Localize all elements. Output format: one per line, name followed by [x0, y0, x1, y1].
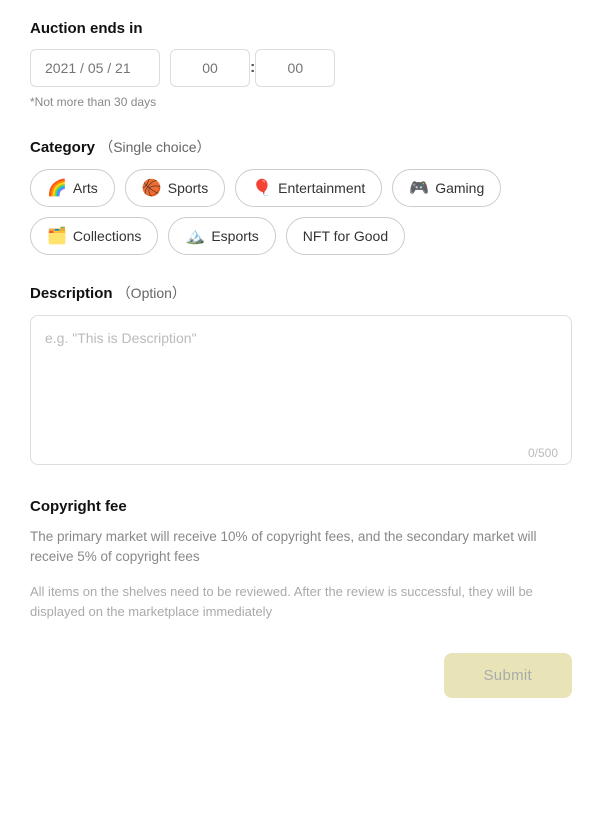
char-count: 0/500	[528, 446, 558, 460]
auction-hint: *Not more than 30 days	[30, 95, 572, 109]
category-section: Category （Single choice） 🌈 Arts 🏀 Sports 🎈 En…	[30, 137, 572, 255]
chip-collections[interactable]: 🗂️ Collections	[30, 217, 158, 255]
chip-entertainment-emoji: 🎈	[252, 178, 272, 198]
chip-sports-label: Sports	[168, 180, 208, 196]
copyright-primary-text: The primary market will receive 10% of c…	[30, 527, 572, 568]
submit-row: Submit	[30, 653, 572, 698]
chip-gaming-emoji: 🎮	[409, 178, 429, 198]
submit-button[interactable]: Submit	[444, 653, 573, 698]
chip-collections-emoji: 🗂️	[47, 226, 67, 246]
auction-date-input[interactable]	[30, 49, 160, 87]
chip-nft-for-good-label: NFT for Good	[303, 228, 388, 244]
auction-minute-input[interactable]	[255, 49, 335, 87]
description-title: Description （Option）	[30, 283, 572, 303]
auction-title: Auction ends in	[30, 20, 572, 37]
chip-sports-emoji: 🏀	[142, 178, 162, 198]
chip-gaming-label: Gaming	[435, 180, 484, 196]
chip-nft-for-good[interactable]: NFT for Good	[286, 217, 405, 255]
category-title: Category （Single choice）	[30, 137, 572, 157]
category-subtitle: （Single choice）	[99, 139, 210, 155]
description-wrapper: 0/500	[30, 315, 572, 470]
chip-collections-label: Collections	[73, 228, 141, 244]
copyright-title: Copyright fee	[30, 498, 572, 515]
description-textarea[interactable]	[30, 315, 572, 465]
chip-esports[interactable]: 🏔️ Esports	[168, 217, 275, 255]
description-section: Description （Option） 0/500	[30, 283, 572, 470]
auction-section: Auction ends in : *Not more than 30 days	[30, 20, 572, 109]
description-subtitle: （Option）	[117, 285, 186, 301]
chip-arts[interactable]: 🌈 Arts	[30, 169, 115, 207]
chip-entertainment[interactable]: 🎈 Entertainment	[235, 169, 382, 207]
chip-sports[interactable]: 🏀 Sports	[125, 169, 225, 207]
chip-arts-label: Arts	[73, 180, 98, 196]
chip-arts-emoji: 🌈	[47, 178, 67, 198]
auction-hour-input[interactable]	[170, 49, 250, 87]
chip-entertainment-label: Entertainment	[278, 180, 365, 196]
time-group: :	[170, 49, 335, 87]
copyright-section: Copyright fee The primary market will re…	[30, 498, 572, 623]
chip-esports-label: Esports	[211, 228, 258, 244]
chip-gaming[interactable]: 🎮 Gaming	[392, 169, 501, 207]
category-chips: 🌈 Arts 🏀 Sports 🎈 Entertainment 🎮 Gaming 🗂️ Colle…	[30, 169, 572, 255]
chip-esports-emoji: 🏔️	[185, 226, 205, 246]
auction-inputs: :	[30, 49, 572, 87]
copyright-secondary-text: All items on the shelves need to be revi…	[30, 582, 572, 624]
